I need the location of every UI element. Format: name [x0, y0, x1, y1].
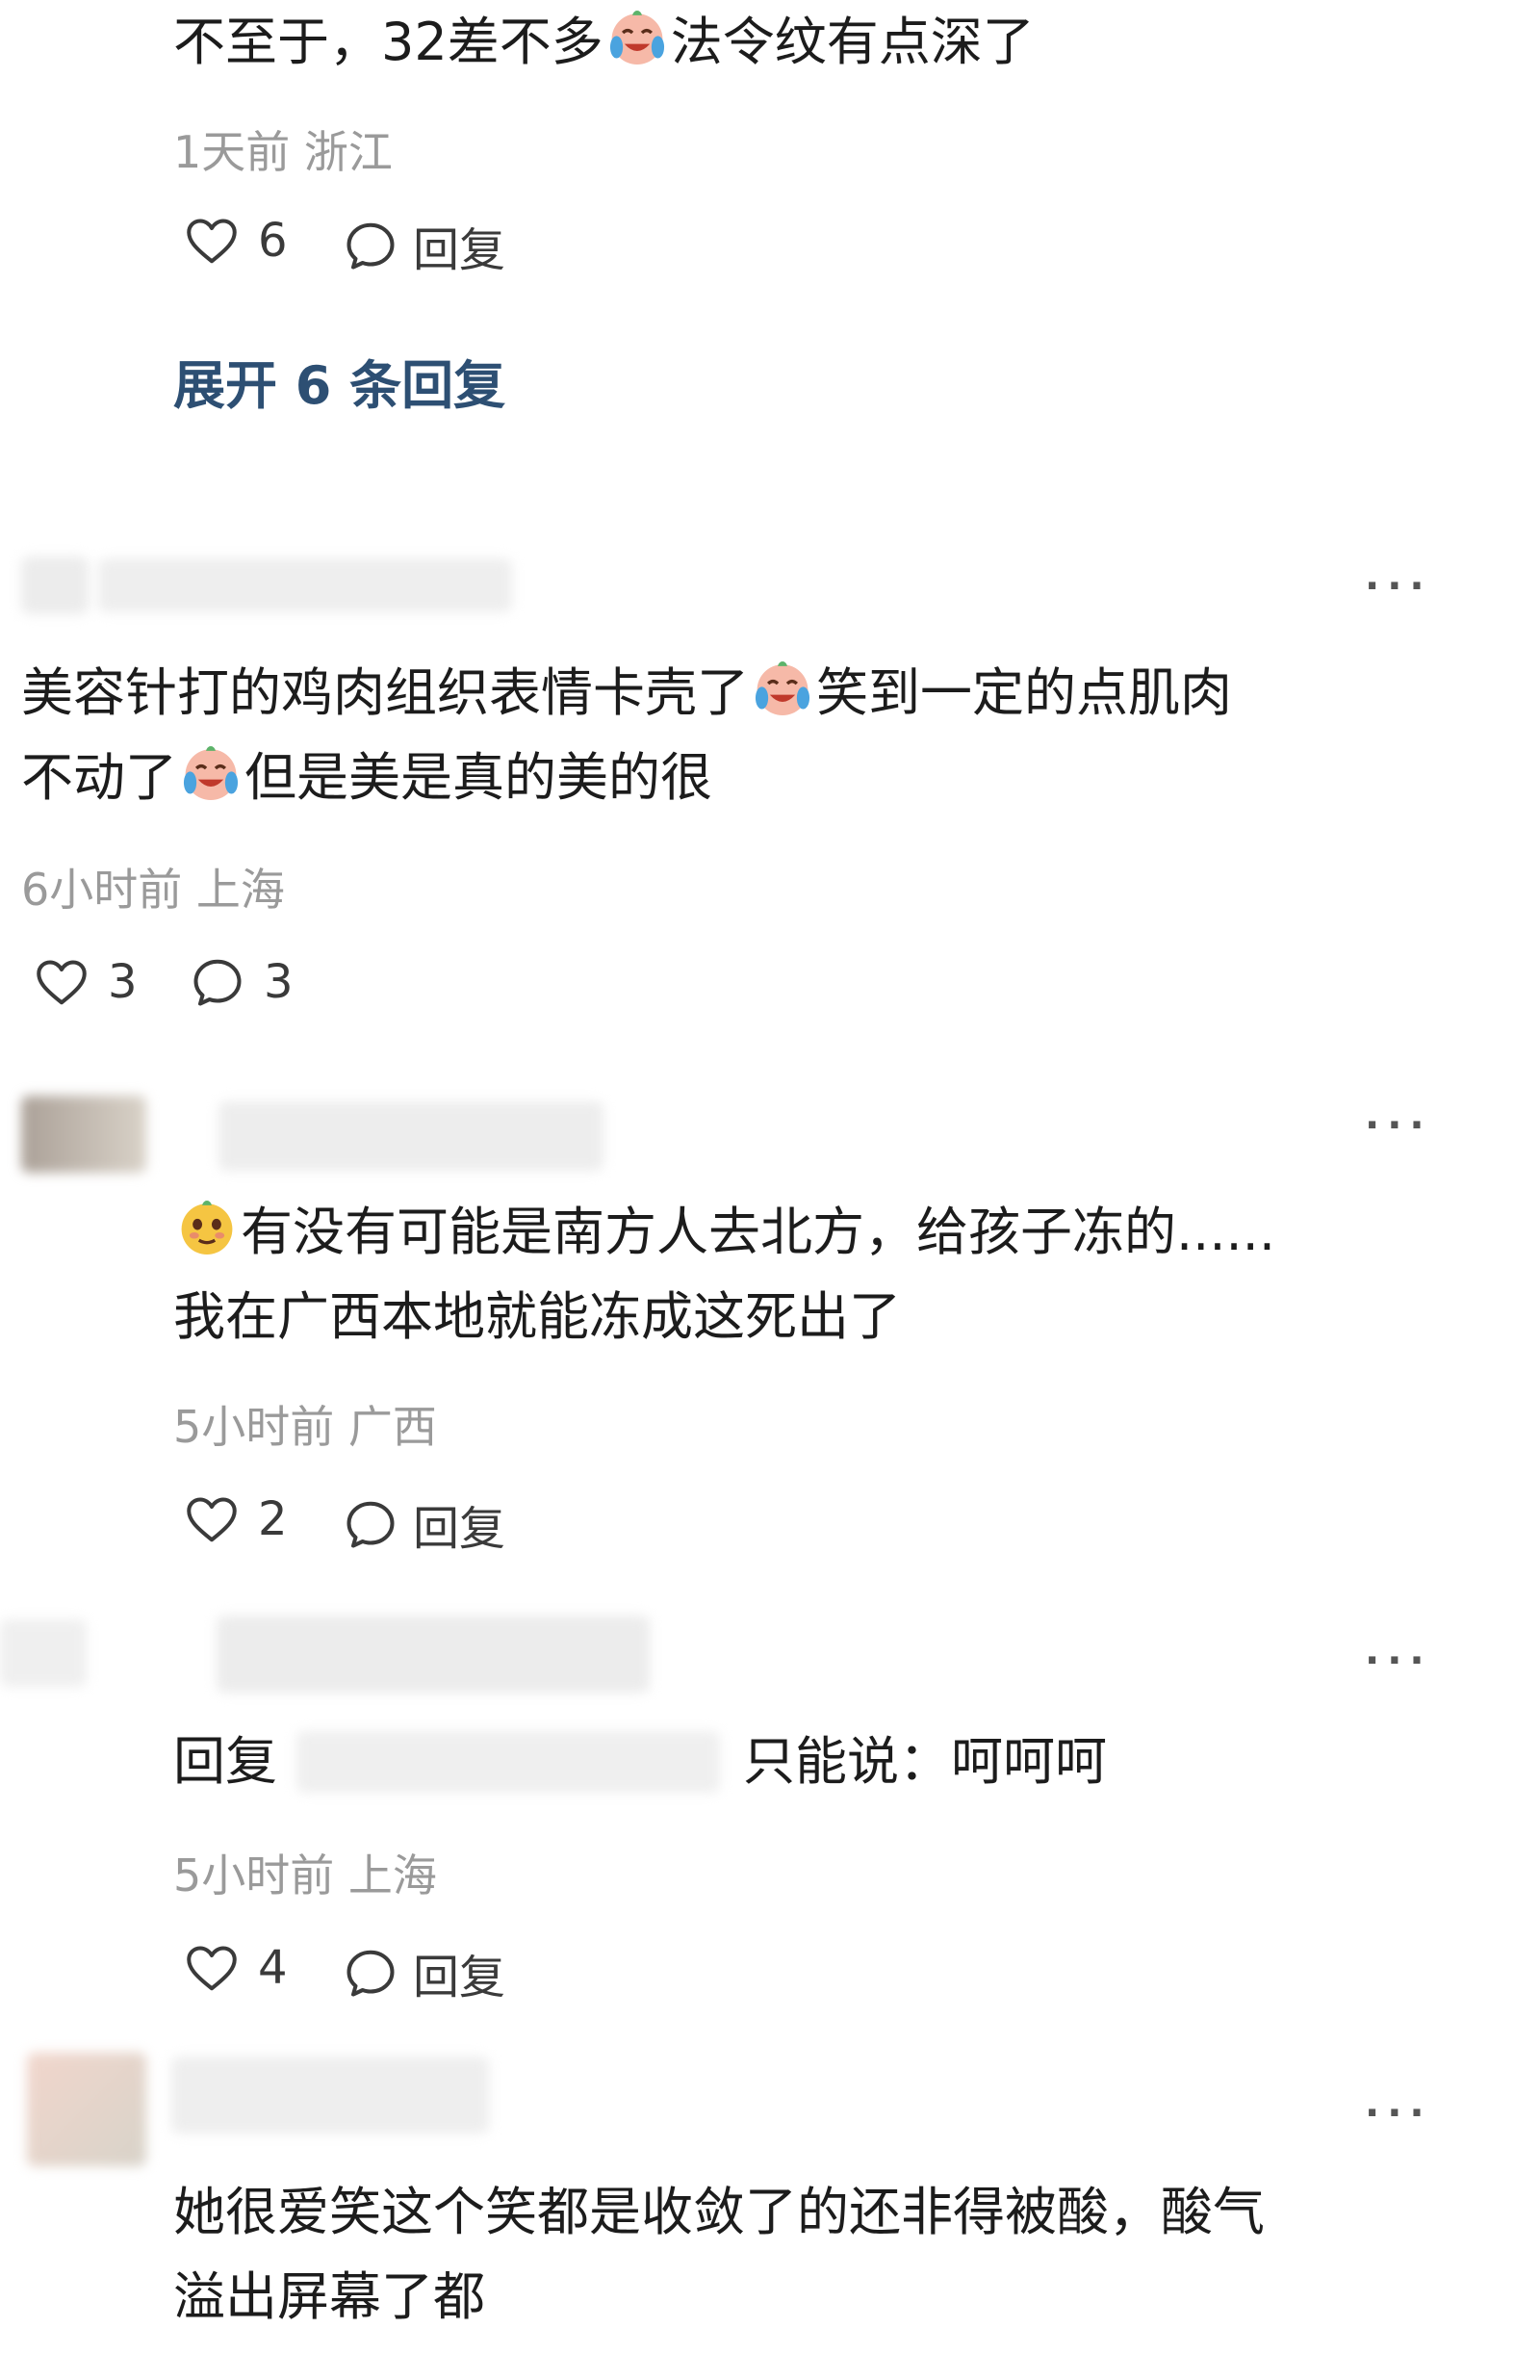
reply-label: 回复 — [413, 1502, 506, 1556]
reply-label: 回复 — [413, 1951, 506, 2005]
heart-icon — [183, 1939, 241, 1997]
more-options-button[interactable]: ··· — [1365, 564, 1432, 608]
comment-3-text: 有没有可能是南方人去北方，给孩子冻的...... — [241, 1202, 1275, 1262]
heart-icon — [33, 953, 90, 1011]
avatar[interactable] — [21, 1096, 146, 1173]
heart-icon — [183, 1490, 241, 1548]
comment-2-meta: 6小时前 上海 — [21, 864, 285, 916]
comment-bubble-icon — [189, 953, 246, 1011]
expand-replies-link[interactable]: 展开 6 条回复 — [173, 343, 505, 419]
comment-3-line-2: 我在广西本地就能冻成这死出了 — [173, 1286, 901, 1347]
more-options-button[interactable]: ··· — [1365, 2091, 1432, 2135]
like-button[interactable]: 6 — [183, 212, 288, 270]
comment-3-line-1: 有没有可能是南方人去北方，给孩子冻的...... — [173, 1190, 1275, 1275]
smirk-face-icon — [175, 1196, 239, 1259]
crying-laughing-icon — [605, 6, 669, 69]
like-count: 4 — [258, 1941, 288, 1995]
comment-5-line-2: 溢出屏幕了都 — [173, 2266, 485, 2327]
reply-count: 3 — [264, 955, 294, 1009]
comment-5-line-1: 她很爱笑这个笑都是收敛了的还非得被酸，酸气 — [173, 2182, 1265, 2242]
comment-bubble-icon — [342, 1944, 399, 2002]
comment-4-line: 回复 只能说：呵呵呵 — [173, 1720, 1107, 1804]
reply-prefix: 回复 — [173, 1731, 277, 1792]
crying-laughing-icon — [751, 657, 814, 720]
comment-2-text: 但是美是真的美的很 — [244, 747, 712, 808]
comment-3-header — [21, 1076, 656, 1182]
more-options-button[interactable]: ··· — [1365, 1639, 1432, 1683]
like-count: 3 — [108, 955, 138, 1009]
username-redacted[interactable] — [171, 2057, 489, 2134]
comment-1-text-b: 法令纹有点深了 — [670, 12, 1035, 72]
comment-5-header — [27, 2037, 508, 2172]
reply-button[interactable]: 回复 — [342, 1490, 505, 1558]
reply-label: 回复 — [413, 223, 506, 277]
avatar[interactable] — [0, 1619, 87, 1687]
username-redacted[interactable] — [217, 1616, 650, 1693]
reply-button[interactable]: 3 — [189, 953, 294, 1011]
comment-bubble-icon — [342, 1495, 399, 1553]
crying-laughing-icon — [179, 741, 243, 805]
heart-icon — [183, 212, 241, 270]
comment-1-meta: 1天前 浙江 — [173, 126, 393, 178]
comment-4-header — [0, 1606, 654, 1702]
comment-3-meta: 5小时前 广西 — [173, 1401, 437, 1453]
username-redacted[interactable] — [98, 558, 512, 612]
comment-2-line-1: 美容针打的鸡肉组织表情卡壳了 笑到一定的点肌肉 — [21, 651, 1232, 736]
comment-2-header — [21, 547, 512, 622]
comment-2-text: 不动了 — [21, 747, 177, 808]
more-options-button[interactable]: ··· — [1365, 1103, 1432, 1148]
comment-4-meta: 5小时前 上海 — [173, 1850, 437, 1901]
comment-bubble-icon — [342, 217, 399, 274]
reply-button[interactable]: 回复 — [342, 212, 505, 279]
comment-4-text: 只能说：呵呵呵 — [743, 1731, 1107, 1792]
like-button[interactable]: 3 — [33, 953, 138, 1011]
like-button[interactable]: 2 — [183, 1490, 288, 1548]
avatar[interactable] — [21, 556, 89, 614]
comment-2-text: 笑到一定的点肌肉 — [816, 662, 1232, 723]
comment-2-line-2: 不动了 但是美是真的美的很 — [21, 736, 712, 820]
avatar[interactable] — [27, 2053, 146, 2166]
username-redacted[interactable] — [218, 1101, 603, 1171]
reply-button[interactable]: 回复 — [342, 1939, 505, 2006]
comment-1-text: 不至于，32差不多 法令纹有点深了 — [173, 0, 1035, 85]
like-button[interactable]: 4 — [183, 1939, 288, 1997]
like-count: 2 — [258, 1492, 288, 1546]
comment-2-text: 美容针打的鸡肉组织表情卡壳了 — [21, 662, 749, 723]
like-count: 6 — [258, 214, 288, 268]
mentioned-username-redacted[interactable] — [296, 1731, 720, 1793]
comment-1-text-a: 不至于，32差不多 — [173, 12, 603, 72]
